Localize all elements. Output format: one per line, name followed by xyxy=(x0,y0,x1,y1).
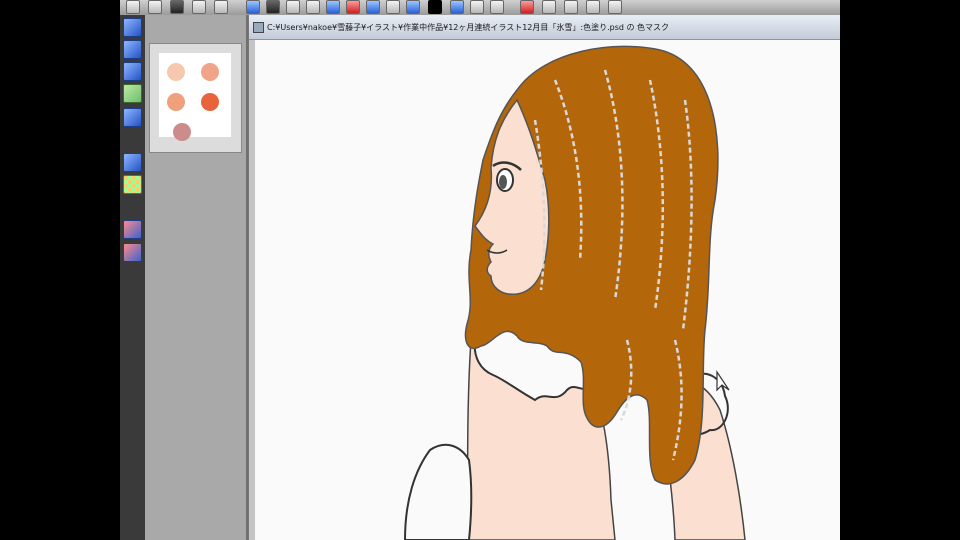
tool-strip xyxy=(120,15,145,540)
open-file-button[interactable] xyxy=(148,0,162,14)
eraser-tool-icon[interactable] xyxy=(123,243,142,262)
copy-button[interactable] xyxy=(286,0,300,14)
color-indicator[interactable] xyxy=(428,0,442,14)
document-titlebar[interactable]: C:¥Users¥nakoe¥雪藤子¥イラスト¥作業中作品¥12ヶ月連続イラスト… xyxy=(249,15,840,40)
settings-button[interactable] xyxy=(608,0,622,14)
brush-tool-button[interactable] xyxy=(246,0,260,14)
zoom-button[interactable] xyxy=(406,0,420,14)
brush-tool-icon[interactable] xyxy=(123,40,142,59)
eraser-button[interactable] xyxy=(366,0,380,14)
layer-button[interactable] xyxy=(266,0,280,14)
paint-app: C:¥Users¥nakoe¥雪藤子¥イラスト¥作業中作品¥12ヶ月連続イラスト… xyxy=(120,0,840,540)
color-palette-panel xyxy=(145,15,248,540)
undo-button[interactable] xyxy=(214,0,228,14)
document-title: C:¥Users¥nakoe¥雪藤子¥イラスト¥作業中作品¥12ヶ月連続イラスト… xyxy=(267,23,670,32)
drawing-canvas[interactable] xyxy=(255,40,840,540)
document-window: C:¥Users¥nakoe¥雪藤子¥イラスト¥作業中作品¥12ヶ月連続イラスト… xyxy=(248,15,840,540)
top-toolbar xyxy=(120,0,840,16)
eyedropper-button[interactable] xyxy=(470,0,484,14)
print-button[interactable] xyxy=(192,0,206,14)
paste-button[interactable] xyxy=(306,0,320,14)
new-file-button[interactable] xyxy=(126,0,140,14)
water-tool-icon[interactable] xyxy=(123,84,142,103)
rotate-button[interactable] xyxy=(450,0,464,14)
marker-tool-icon[interactable] xyxy=(123,220,142,239)
color-swatch[interactable] xyxy=(173,123,191,141)
move-tool-icon[interactable] xyxy=(123,62,142,81)
lasso-button[interactable] xyxy=(564,0,578,14)
color-swatch[interactable] xyxy=(201,63,219,81)
document-icon xyxy=(253,22,264,33)
swatch-grid xyxy=(159,53,231,141)
transparent-color-icon[interactable] xyxy=(123,175,142,194)
eye-iris xyxy=(499,175,507,189)
color-swatch[interactable] xyxy=(167,63,185,81)
save-button[interactable] xyxy=(170,0,184,14)
hand-tool-button[interactable] xyxy=(386,0,400,14)
airbrush-button[interactable] xyxy=(520,0,534,14)
fill-tool-icon[interactable] xyxy=(123,108,142,127)
color-swatch[interactable] xyxy=(201,93,219,111)
select-button[interactable] xyxy=(542,0,556,14)
text-button[interactable] xyxy=(586,0,600,14)
illustration xyxy=(403,45,746,540)
swatch-box xyxy=(149,43,242,153)
pen-button[interactable] xyxy=(346,0,360,14)
transform-button[interactable] xyxy=(326,0,340,14)
fill-button[interactable] xyxy=(490,0,504,14)
color-swatch[interactable] xyxy=(167,93,185,111)
foreground-color-icon[interactable] xyxy=(123,153,142,172)
blouse-front xyxy=(403,443,473,540)
pen-tool-icon[interactable] xyxy=(123,18,142,37)
